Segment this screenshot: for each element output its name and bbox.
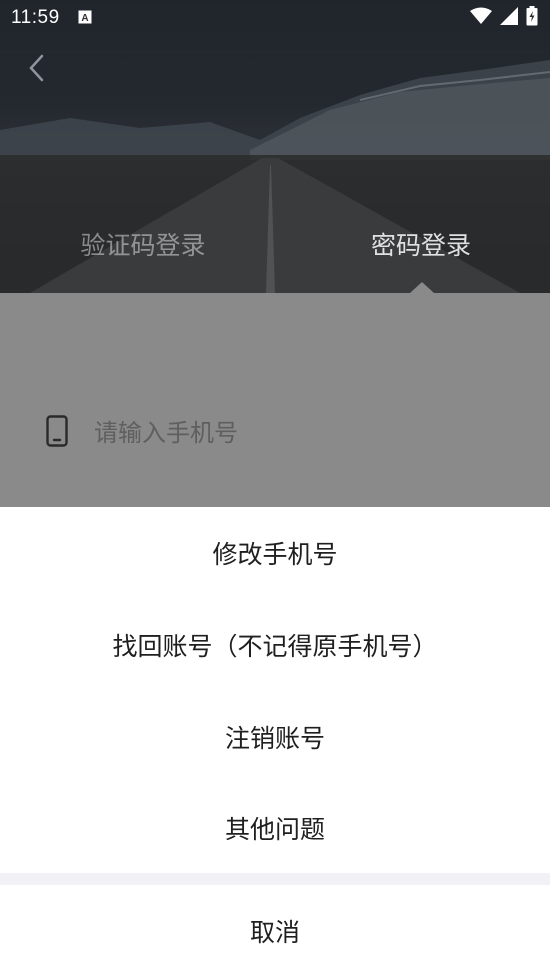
wifi-icon bbox=[470, 7, 492, 29]
signal-icon bbox=[500, 7, 518, 29]
svg-text:A: A bbox=[81, 13, 88, 24]
other-issues-option[interactable]: 其他问题 bbox=[0, 782, 550, 874]
a-box-icon: A bbox=[78, 9, 92, 28]
delete-account-option[interactable]: 注销账号 bbox=[0, 691, 550, 783]
active-tab-indicator bbox=[410, 282, 434, 293]
screen: 11:59 A 验证码登录 密码登录 请输入手机号 修改手机号 找回账号（不记得… bbox=[0, 0, 550, 977]
login-form bbox=[0, 293, 550, 507]
phone-input[interactable] bbox=[94, 419, 474, 447]
cancel-button[interactable]: 取消 bbox=[0, 885, 550, 977]
tab-password-login[interactable]: 密码登录 bbox=[321, 220, 521, 272]
login-tabs: 验证码登录 密码登录 bbox=[0, 220, 550, 272]
tab-code-login[interactable]: 验证码登录 bbox=[43, 220, 243, 272]
recover-account-option[interactable]: 找回账号（不记得原手机号） bbox=[0, 599, 550, 691]
phone-icon bbox=[46, 415, 68, 451]
status-bar: 11:59 A bbox=[0, 0, 550, 36]
action-sheet: 修改手机号 找回账号（不记得原手机号） 注销账号 其他问题 取消 bbox=[0, 507, 550, 977]
status-time: 11:59 bbox=[11, 7, 60, 28]
battery-charging-icon bbox=[526, 6, 538, 30]
sheet-divider bbox=[0, 873, 550, 885]
chevron-left-icon bbox=[28, 54, 44, 86]
change-phone-option[interactable]: 修改手机号 bbox=[0, 507, 550, 599]
back-button[interactable] bbox=[22, 54, 50, 86]
phone-row bbox=[46, 413, 474, 453]
